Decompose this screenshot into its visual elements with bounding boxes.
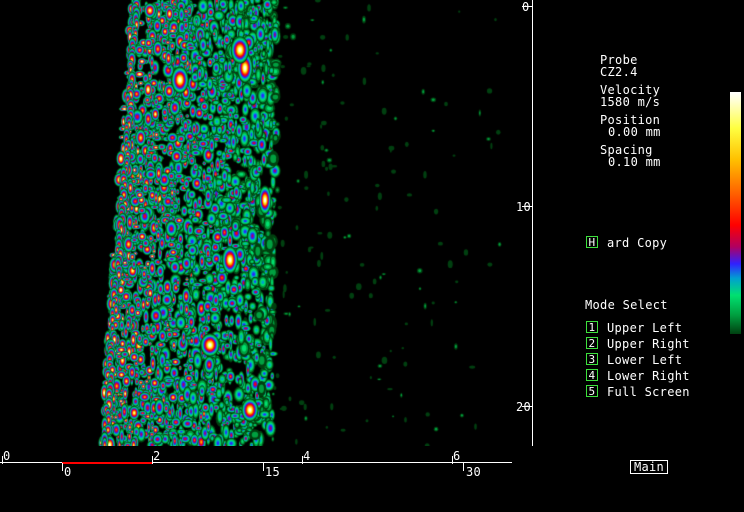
- mode-key-4: 4: [586, 369, 598, 381]
- depth-label-20: 20: [516, 400, 532, 414]
- hard-copy-label: ard Copy: [607, 236, 668, 250]
- mode-key-5: 5: [586, 385, 598, 397]
- h-upper-label-4: 4: [303, 449, 311, 463]
- depth-label-10: 10: [516, 200, 532, 214]
- depth-axis-line: [532, 0, 533, 446]
- ultrasound-image[interactable]: [0, 0, 532, 446]
- mode-lower-right-button[interactable]: 4 Lower Right: [586, 369, 706, 383]
- velocity-value: 1580 m/s: [600, 95, 661, 109]
- hard-copy-key: H: [586, 236, 598, 248]
- mode-key-2: 2: [586, 337, 598, 349]
- h-lower-label-30: 30: [466, 465, 482, 479]
- mode-label-full-screen: Full Screen: [607, 385, 690, 399]
- position-value: 0.00 mm: [608, 125, 661, 139]
- mode-lower-left-button[interactable]: 3 Lower Left: [586, 353, 706, 367]
- h-upper-label-6: 6: [453, 449, 461, 463]
- h-upper-label-2: 2: [153, 449, 161, 463]
- h-tick: [263, 463, 264, 471]
- h-lower-label-0: 0: [64, 465, 72, 479]
- mode-label-lower-left: Lower Left: [607, 353, 683, 367]
- h-tick: [463, 463, 464, 471]
- spacing-value: 0.10 mm: [608, 155, 661, 169]
- h-tick: [62, 463, 63, 471]
- mode-key-1: 1: [586, 321, 598, 333]
- h-lower-label-15: 15: [265, 465, 281, 479]
- mode-label-upper-left: Upper Left: [607, 321, 683, 335]
- mode-label-upper-right: Upper Right: [607, 337, 690, 351]
- color-scale-bar: [730, 92, 741, 334]
- probe-value: CZ2.4: [600, 65, 638, 79]
- scan-canvas: [0, 0, 532, 446]
- mode-key-3: 3: [586, 353, 598, 365]
- mode-upper-left-button[interactable]: 1 Upper Left: [586, 321, 706, 335]
- hard-copy-button[interactable]: H ard Copy: [586, 236, 686, 250]
- depth-label-0: 0: [522, 0, 530, 14]
- mode-full-screen-button[interactable]: 5 Full Screen: [586, 385, 706, 399]
- mode-label-lower-right: Lower Right: [607, 369, 690, 383]
- h-upper-label-0: 0: [3, 449, 11, 463]
- scan-range-marker: [62, 462, 152, 464]
- mode-upper-right-button[interactable]: 2 Upper Right: [586, 337, 706, 351]
- mode-select-title: Mode Select: [585, 298, 668, 312]
- main-button[interactable]: Main: [630, 460, 668, 474]
